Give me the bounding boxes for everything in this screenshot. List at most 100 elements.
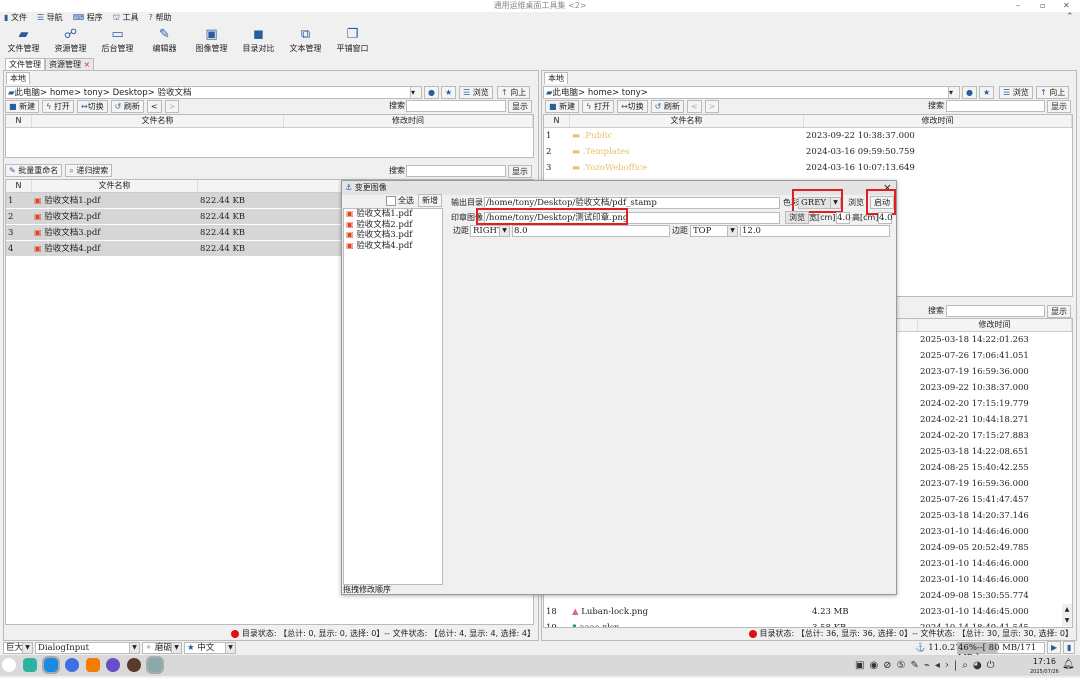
add-button[interactable]: 新增 — [418, 194, 442, 207]
up-button[interactable]: ↑ 向上 — [497, 86, 531, 99]
browser-icon[interactable] — [64, 658, 79, 672]
margin-h-side-select[interactable]: RIGHT ▼ — [470, 225, 510, 237]
size-select[interactable]: 巨大 ▼ — [3, 642, 33, 654]
show-button[interactable]: 显示 — [1047, 305, 1071, 318]
batch-rename-button[interactable]: ✎ 批量重命名 — [5, 164, 63, 177]
table-row[interactable]: 19 ▮ aaaa.xlsx 3.58 KB 2024-10-14 18:49:41.… — [544, 620, 1072, 627]
theme-select[interactable]: ✦ 磨砺 ▼ — [142, 642, 182, 654]
app-store-icon[interactable] — [85, 658, 100, 672]
left-dir-search-input[interactable] — [406, 100, 506, 112]
download-button[interactable]: ● — [962, 86, 977, 99]
back-button[interactable]: < — [146, 100, 162, 113]
table-row[interactable]: 18 ▲ Luban-lock.png 4.23 MB 2023-01-10 14:4… — [544, 604, 1072, 620]
menu-file[interactable]: ▮ 文件 — [4, 12, 27, 24]
file-manager-icon[interactable] — [41, 656, 60, 674]
width-input[interactable]: 4.0 — [836, 212, 851, 224]
tool-backend-manager[interactable]: ▭ 后台管理 — [94, 27, 141, 57]
switch-button[interactable]: ↔切换 — [616, 100, 648, 113]
right-path-breadcrumb[interactable]: ▰此电脑> home> tony> — [543, 86, 959, 99]
browse-button[interactable]: ☰ 浏览 — [999, 86, 1033, 99]
tool-file-manager[interactable]: ▰ 文件管理 — [0, 27, 47, 57]
col-n[interactable]: N — [6, 115, 32, 127]
open-button[interactable]: ϟ 打开 — [582, 100, 614, 113]
tab-local-left[interactable]: 本地 — [6, 72, 30, 84]
language-select[interactable]: ★ 中文 ▼ — [184, 642, 236, 654]
margin-v-side-select[interactable]: TOP ▼ — [690, 225, 738, 237]
new-button[interactable]: ■ 新建 — [5, 100, 40, 113]
select-all-checkbox[interactable] — [386, 196, 396, 206]
table-row[interactable]: 1 ▬ .Public 2023-09-22 10:38:37.000 — [544, 128, 1072, 144]
path-dropdown[interactable]: ▾ — [410, 86, 422, 99]
clock[interactable]: 17:16 2025/07/26 — [1030, 657, 1059, 677]
close-window-button[interactable]: ✕ — [1063, 1, 1070, 10]
terminal-icon[interactable] — [22, 658, 37, 672]
dialog-file-item[interactable]: ▣ 验收文档3.pdf — [344, 230, 442, 241]
tool-editor[interactable]: ✎ 编辑器 — [141, 27, 188, 57]
java-app-icon[interactable] — [146, 656, 165, 674]
margin-v-input[interactable]: 12.0 — [740, 225, 890, 237]
left-file-search-input[interactable] — [406, 165, 506, 177]
back-button[interactable]: < — [686, 100, 702, 113]
gc-run-button[interactable]: ▶ — [1047, 641, 1062, 654]
minimize-button[interactable]: – — [1016, 1, 1020, 10]
col-n[interactable]: N — [6, 180, 32, 192]
download-button[interactable]: ● — [424, 86, 439, 99]
tool-resource-manager[interactable]: ☍ 资源管理 — [47, 27, 94, 57]
start-menu-icon[interactable] — [2, 658, 16, 672]
table-row[interactable]: 2 ▬ .Templates 2024-03-16 09:59:50.759 — [544, 144, 1072, 160]
browse-output-button[interactable]: 浏览 — [845, 197, 867, 210]
col-modified[interactable]: 修改时间 — [284, 115, 533, 127]
notification-bell-icon[interactable]: 🔔︎ — [1062, 659, 1075, 670]
menu-navigate[interactable]: ☰ 导航 — [37, 12, 63, 24]
col-n[interactable]: N — [544, 115, 570, 127]
tab-resource-manager[interactable]: 资源管理 × — [45, 58, 95, 70]
dialog-file-item[interactable]: ▣ 验收文档2.pdf — [344, 220, 442, 231]
browse-stamp-button[interactable]: 浏览 — [785, 211, 809, 224]
favorite-button[interactable]: ★ — [979, 86, 995, 99]
dialog-file-item[interactable]: ▣ 验收文档1.pdf — [344, 209, 442, 220]
recursive-search-button[interactable]: ⌕ 递归搜索 — [65, 164, 113, 177]
left-path-breadcrumb[interactable]: ▰此电脑> home> tony> Desktop> 验收文档 — [5, 86, 421, 99]
up-button[interactable]: ↑ 向上 — [1036, 86, 1070, 99]
settings-icon[interactable] — [106, 658, 121, 672]
select-all-label[interactable]: 全选 — [398, 195, 414, 207]
tool-text-manager[interactable]: ⧉ 文本管理 — [282, 27, 329, 57]
col-name[interactable]: 文件名称 — [32, 115, 284, 127]
col-name[interactable]: 文件名称 — [32, 180, 198, 192]
system-tray[interactable]: ▣◉⊘⑤✎⌁◂›|⌕◕⏻ — [855, 660, 1000, 671]
dialog-file-item[interactable]: ▣ 验收文档4.pdf — [344, 241, 442, 252]
height-input[interactable]: 4.0 — [878, 212, 893, 224]
refresh-button[interactable]: ↺ 刷新 — [110, 100, 144, 113]
open-button[interactable]: ϟ 打开 — [42, 100, 74, 113]
close-tab-icon[interactable]: × — [84, 60, 91, 69]
right-dir-search-input[interactable] — [946, 100, 1045, 112]
app-icon[interactable] — [127, 658, 142, 672]
tool-dir-compare[interactable]: ◼ 目录对比 — [235, 27, 282, 57]
switch-button[interactable]: ↔切换 — [76, 100, 108, 113]
new-button[interactable]: ■ 新建 — [545, 100, 580, 113]
favorite-button[interactable]: ★ — [441, 86, 457, 99]
forward-button[interactable]: > — [704, 100, 720, 113]
show-button[interactable]: 显示 — [508, 100, 532, 113]
forward-button[interactable]: > — [164, 100, 180, 113]
scrollbar-arrows[interactable]: ▲ ▼ — [1062, 604, 1072, 626]
show-button[interactable]: 显示 — [1047, 100, 1071, 113]
tab-local-right[interactable]: 本地 — [544, 72, 568, 84]
table-row[interactable]: 3 ▬ .YozoWeboffice 2024-03-16 10:07:13.649 — [544, 160, 1072, 176]
refresh-button[interactable]: ↺ 刷新 — [650, 100, 684, 113]
menu-tools[interactable]: ⛫ 工具 — [113, 12, 139, 24]
maximize-button[interactable]: ▫ — [1040, 1, 1045, 10]
font-select[interactable]: DialogInput ▼ — [35, 642, 140, 654]
col-modified[interactable]: 修改时间 — [804, 115, 1072, 127]
trash-button[interactable]: ▮ — [1063, 641, 1076, 654]
browse-button[interactable]: ☰ 浏览 — [459, 86, 493, 99]
show-button[interactable]: 显示 — [508, 165, 532, 178]
collapse-icon[interactable]: ⌃ — [1066, 12, 1074, 22]
path-dropdown[interactable]: ▾ — [948, 86, 960, 99]
tool-tile-windows[interactable]: ❐ 平铺窗口 — [329, 27, 376, 57]
col-name[interactable]: 文件名称 — [570, 115, 804, 127]
col-modified[interactable]: 修改时间 — [918, 319, 1072, 331]
tool-image-manager[interactable]: ▣ 图像管理 — [188, 27, 235, 57]
margin-h-input[interactable]: 8.0 — [512, 225, 670, 237]
menu-help[interactable]: ? 帮助 — [149, 12, 172, 24]
